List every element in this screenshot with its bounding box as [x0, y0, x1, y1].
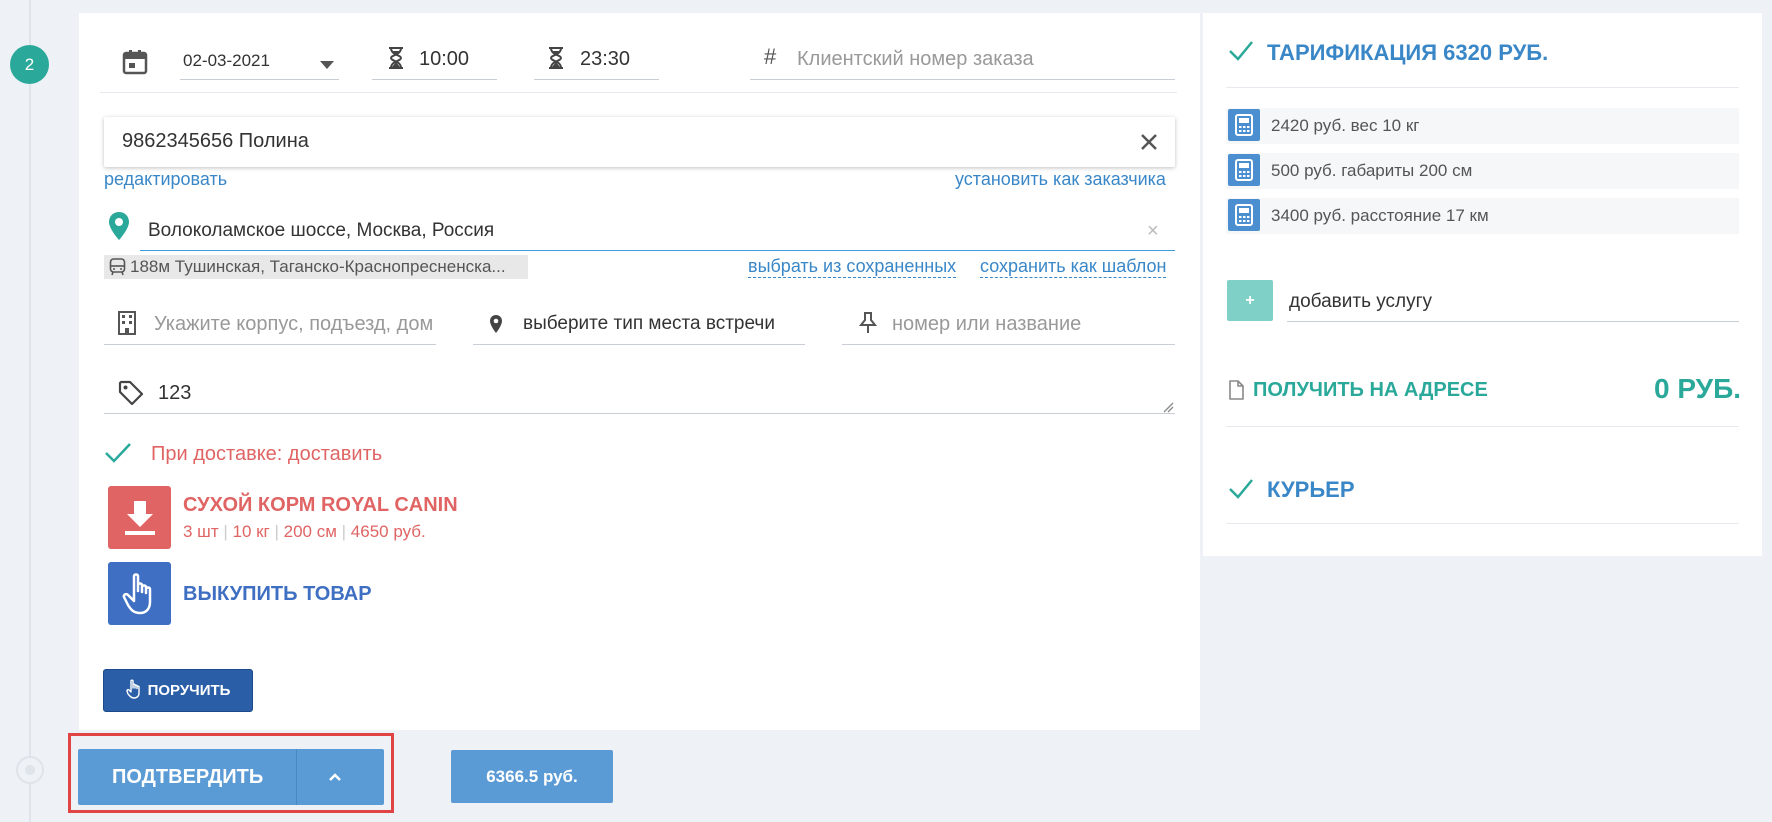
assign-button[interactable]: ПОРУЧИТЬ	[103, 669, 253, 712]
delivery-action-label: При доставке: доставить	[151, 443, 383, 465]
tariff-row: 500 руб. габариты 200 см	[1226, 153, 1739, 189]
set-customer-link[interactable]: установить как заказчика	[955, 169, 1166, 190]
check-icon	[104, 442, 132, 464]
date-value: 02-03-2021	[183, 51, 270, 70]
chevron-down-icon	[320, 56, 334, 74]
confirm-button[interactable]: ПОДТВЕРДИТЬ	[78, 749, 384, 805]
cargo-price: 4650 руб.	[350, 522, 426, 541]
address-input[interactable]: Волоколамское шоссе, Москва, Россия ×	[140, 211, 1175, 251]
calculator-icon	[1228, 109, 1260, 141]
collect-amount: 0 РУБ.	[1654, 373, 1741, 404]
buy-item-link[interactable]: ВЫКУПИТЬ ТОВАР	[183, 583, 372, 606]
metro-badge: 188м Тушинская, Таганско-Краснопресненск…	[104, 255, 528, 279]
add-service-input[interactable]: добавить услугу	[1287, 282, 1739, 322]
meeting-type-select[interactable]: выберите тип места встречи	[473, 303, 805, 345]
document-icon	[1228, 380, 1244, 400]
resize-handle-icon[interactable]	[1162, 400, 1174, 418]
tariff-title: ТАРИФИКАЦИЯ 6320 РУБ.	[1267, 40, 1549, 65]
courier-label: КУРЬЕР	[1267, 477, 1355, 502]
button-separator	[296, 749, 297, 805]
cargo-details: 3 шт | 10 кг | 200 см | 4650 руб.	[183, 522, 426, 541]
cargo-weight: 10 кг	[232, 522, 270, 541]
place-number-input[interactable]: номер или название	[842, 303, 1175, 345]
tariff-row: 3400 руб. расстояние 17 км	[1226, 198, 1739, 234]
comment-textarea[interactable]: 123	[104, 372, 1175, 414]
time-to-input[interactable]: 23:30	[534, 40, 659, 80]
collect-at-address-label: ПОЛУЧИТЬ НА АДРЕСЕ	[1253, 379, 1488, 401]
time-from-input[interactable]: 10:00	[372, 40, 497, 80]
calculator-icon	[1228, 199, 1260, 231]
check-icon	[1228, 40, 1254, 62]
hand-pointer-icon	[125, 679, 142, 703]
bus-icon	[109, 258, 126, 279]
tariff-row: 2420 руб. вес 10 кг	[1226, 108, 1739, 144]
client-field[interactable]: 9862345656 Полина	[104, 117, 1175, 167]
date-select[interactable]: 02-03-2021	[180, 42, 339, 80]
timeline-line	[29, 0, 31, 822]
save-template-link[interactable]: сохранить как шаблон	[980, 256, 1167, 278]
cargo-quantity: 3 шт	[183, 522, 219, 541]
timeline-end-marker	[16, 756, 44, 784]
order-number-input[interactable]: Клиентский номер заказа	[750, 40, 1175, 80]
chevron-up-icon[interactable]	[328, 768, 342, 791]
cargo-title: СУХОЙ КОРМ ROYAL CANIN	[183, 494, 458, 516]
hand-pointer-icon	[108, 562, 171, 625]
calendar-icon	[122, 49, 148, 75]
close-icon[interactable]	[1140, 133, 1158, 156]
cargo-size: 200 см	[283, 522, 337, 541]
divider	[1226, 426, 1739, 427]
divider	[100, 92, 1177, 93]
calculator-icon	[1228, 154, 1260, 186]
check-icon	[1228, 478, 1254, 500]
building-input[interactable]: Укажите корпус, подъезд, дом	[104, 303, 436, 345]
clear-icon[interactable]: ×	[1147, 220, 1159, 243]
map-marker-icon	[108, 211, 130, 241]
divider	[1226, 523, 1739, 524]
total-price-button[interactable]: 6366.5 руб.	[451, 750, 613, 803]
add-service-button[interactable]: +	[1227, 280, 1273, 321]
download-icon	[108, 486, 171, 549]
divider	[1226, 87, 1739, 88]
edit-client-link[interactable]: редактировать	[104, 169, 227, 190]
step-number-badge: 2	[10, 45, 49, 84]
choose-saved-link[interactable]: выбрать из сохраненных	[748, 256, 957, 278]
